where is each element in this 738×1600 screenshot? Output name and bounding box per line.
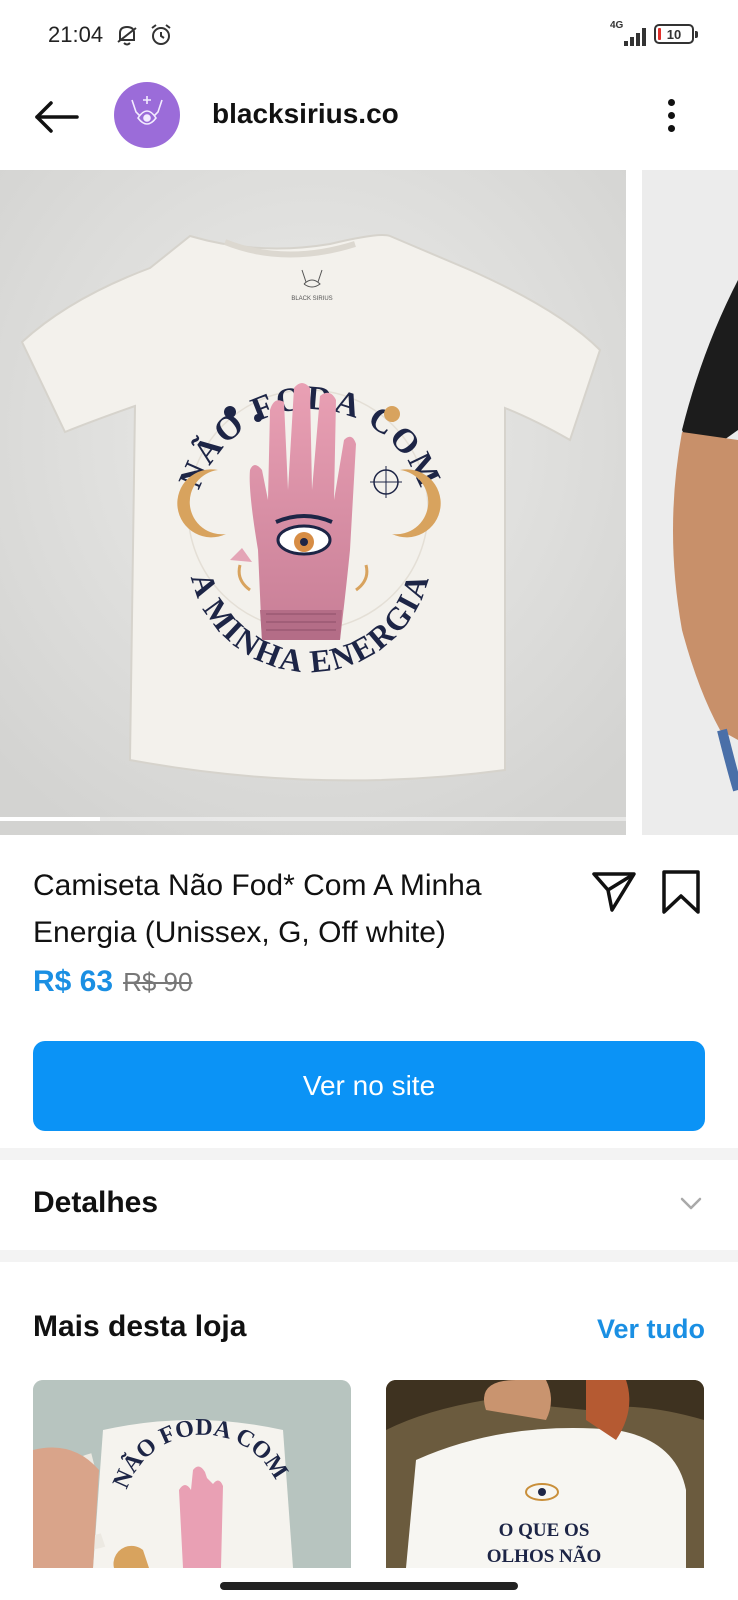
more-vertical-icon [667,98,675,106]
status-time: 21:04 [48,22,104,47]
home-indicator[interactable] [220,1582,518,1590]
mute-icon [114,22,140,53]
view-on-site-button[interactable]: Ver no site [33,1041,705,1131]
current-price: R$ 63 [33,965,114,998]
shop-name[interactable]: blacksirius.co [212,98,399,130]
store-product-thumbnail[interactable]: O QUE OS OLHOS NÃO [386,1380,704,1568]
back-arrow-icon [35,101,79,133]
bookmark-icon [662,870,700,914]
more-options-button[interactable] [656,92,686,138]
thumbnail-text-1: O QUE OS [499,1520,590,1541]
chevron-down-icon [680,1197,702,1210]
status-right: 4G 10 [606,20,698,48]
battery-icon: 10 [654,24,698,44]
details-row[interactable]: Detalhes [0,1160,738,1252]
details-label: Detalhes [33,1186,159,1219]
section-divider [0,1250,738,1262]
header: blacksirius.co [0,70,738,166]
svg-text:BLACK SIRIUS: BLACK SIRIUS [291,296,332,302]
product-image[interactable]: BLACK SIRIUS NÃO FODA COM A MINHA ENERGI… [0,170,626,835]
share-button[interactable] [590,868,638,916]
section-divider [0,1148,738,1160]
network-type: 4G [610,20,624,31]
save-button[interactable] [660,868,702,916]
product-image-carousel[interactable]: BLACK SIRIUS NÃO FODA COM A MINHA ENERGI… [0,170,738,835]
more-from-store-title: Mais desta loja [33,1310,247,1343]
status-bar: 21:04 4G 10 [0,0,738,70]
carousel-progress [0,817,626,821]
more-from-store-header: Mais desta loja Ver tudo [0,1300,738,1360]
tshirt-illustration: BLACK SIRIUS NÃO FODA COM A MINHA ENERGI… [0,170,626,835]
battery-level: 10 [666,26,682,42]
hand-eye-logo-icon [131,96,163,125]
back-button[interactable] [30,92,84,142]
see-all-link[interactable]: Ver tudo [597,1314,705,1345]
share-icon [592,872,636,912]
thumbnail-text-2: OLHOS NÃO [487,1545,602,1567]
next-product-image[interactable] [642,170,738,835]
product-title: Camiseta Não Fod* Com A Minha Energia (U… [33,869,482,949]
original-price: R$ 90 [123,967,193,997]
carousel-progress-fill [0,817,101,821]
price-row: R$ 63 R$ 90 [33,965,192,999]
signal-icon: 4G [606,20,646,48]
store-product-thumbnail[interactable]: NÃO FODA COM [33,1380,351,1568]
alarm-icon [148,22,174,53]
shop-avatar[interactable] [114,82,180,148]
